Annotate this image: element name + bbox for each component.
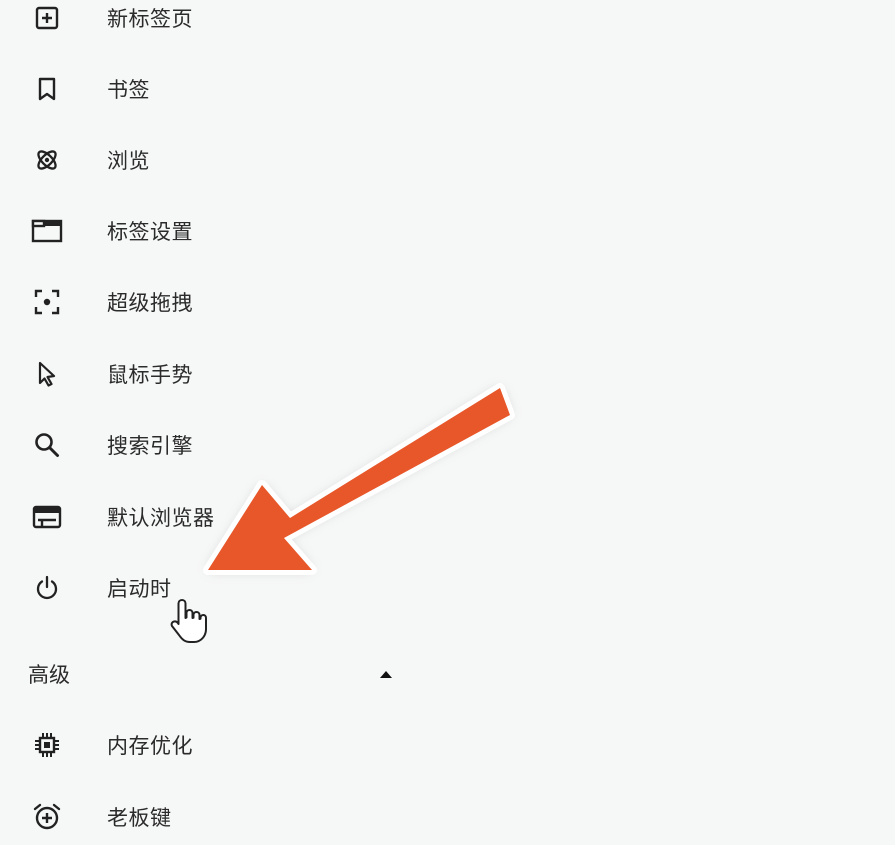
mouse-gesture-icon [30,357,64,391]
menu-item-label: 超级拖拽 [107,291,193,315]
new-tab-icon [30,1,64,35]
menu-item-super-drag[interactable]: 超级拖拽 [0,274,430,330]
menu-item-on-startup[interactable]: 启动时 [0,560,430,616]
menu-item-label: 默认浏览器 [107,506,215,530]
super-drag-icon [30,285,64,319]
settings-menu: 新标签页 书签 浏览 标签设置 超级拖拽 鼠标手势 搜索引擎 默认浏览器 启动时… [0,0,895,845]
advanced-section-title: 高级 [28,663,70,687]
browse-icon [30,143,64,177]
menu-item-browse[interactable]: 浏览 [0,132,430,188]
menu-item-new-tab[interactable]: 新标签页 [0,0,430,46]
power-icon [30,571,64,605]
caret-up-icon[interactable] [376,664,396,684]
hand-cursor-icon [168,596,212,646]
menu-item-boss-key[interactable]: 老板键 [0,789,430,845]
menu-item-mouse-gesture[interactable]: 鼠标手势 [0,346,430,402]
advanced-section-header[interactable]: 高级 [28,654,408,694]
menu-item-label: 老板键 [107,806,172,830]
chip-icon [30,728,64,762]
menu-item-label: 浏览 [107,149,150,173]
menu-item-label: 书签 [107,78,150,102]
menu-item-label: 标签设置 [107,220,193,244]
menu-item-label: 鼠标手势 [107,363,193,387]
menu-item-tab-settings[interactable]: 标签设置 [0,203,430,259]
search-icon [30,428,64,462]
alarm-clock-icon [30,800,64,834]
menu-item-label: 启动时 [107,577,172,601]
menu-item-search-engine[interactable]: 搜索引擎 [0,417,430,473]
menu-item-default-browser[interactable]: 默认浏览器 [0,489,430,545]
bookmark-icon [30,72,64,106]
menu-item-label: 搜索引擎 [107,434,193,458]
default-browser-icon [30,500,64,534]
menu-item-label: 内存优化 [107,734,193,758]
menu-item-label: 新标签页 [107,7,193,31]
tab-settings-icon [30,214,64,248]
menu-item-memory-optimization[interactable]: 内存优化 [0,717,430,773]
menu-item-bookmarks[interactable]: 书签 [0,61,430,117]
